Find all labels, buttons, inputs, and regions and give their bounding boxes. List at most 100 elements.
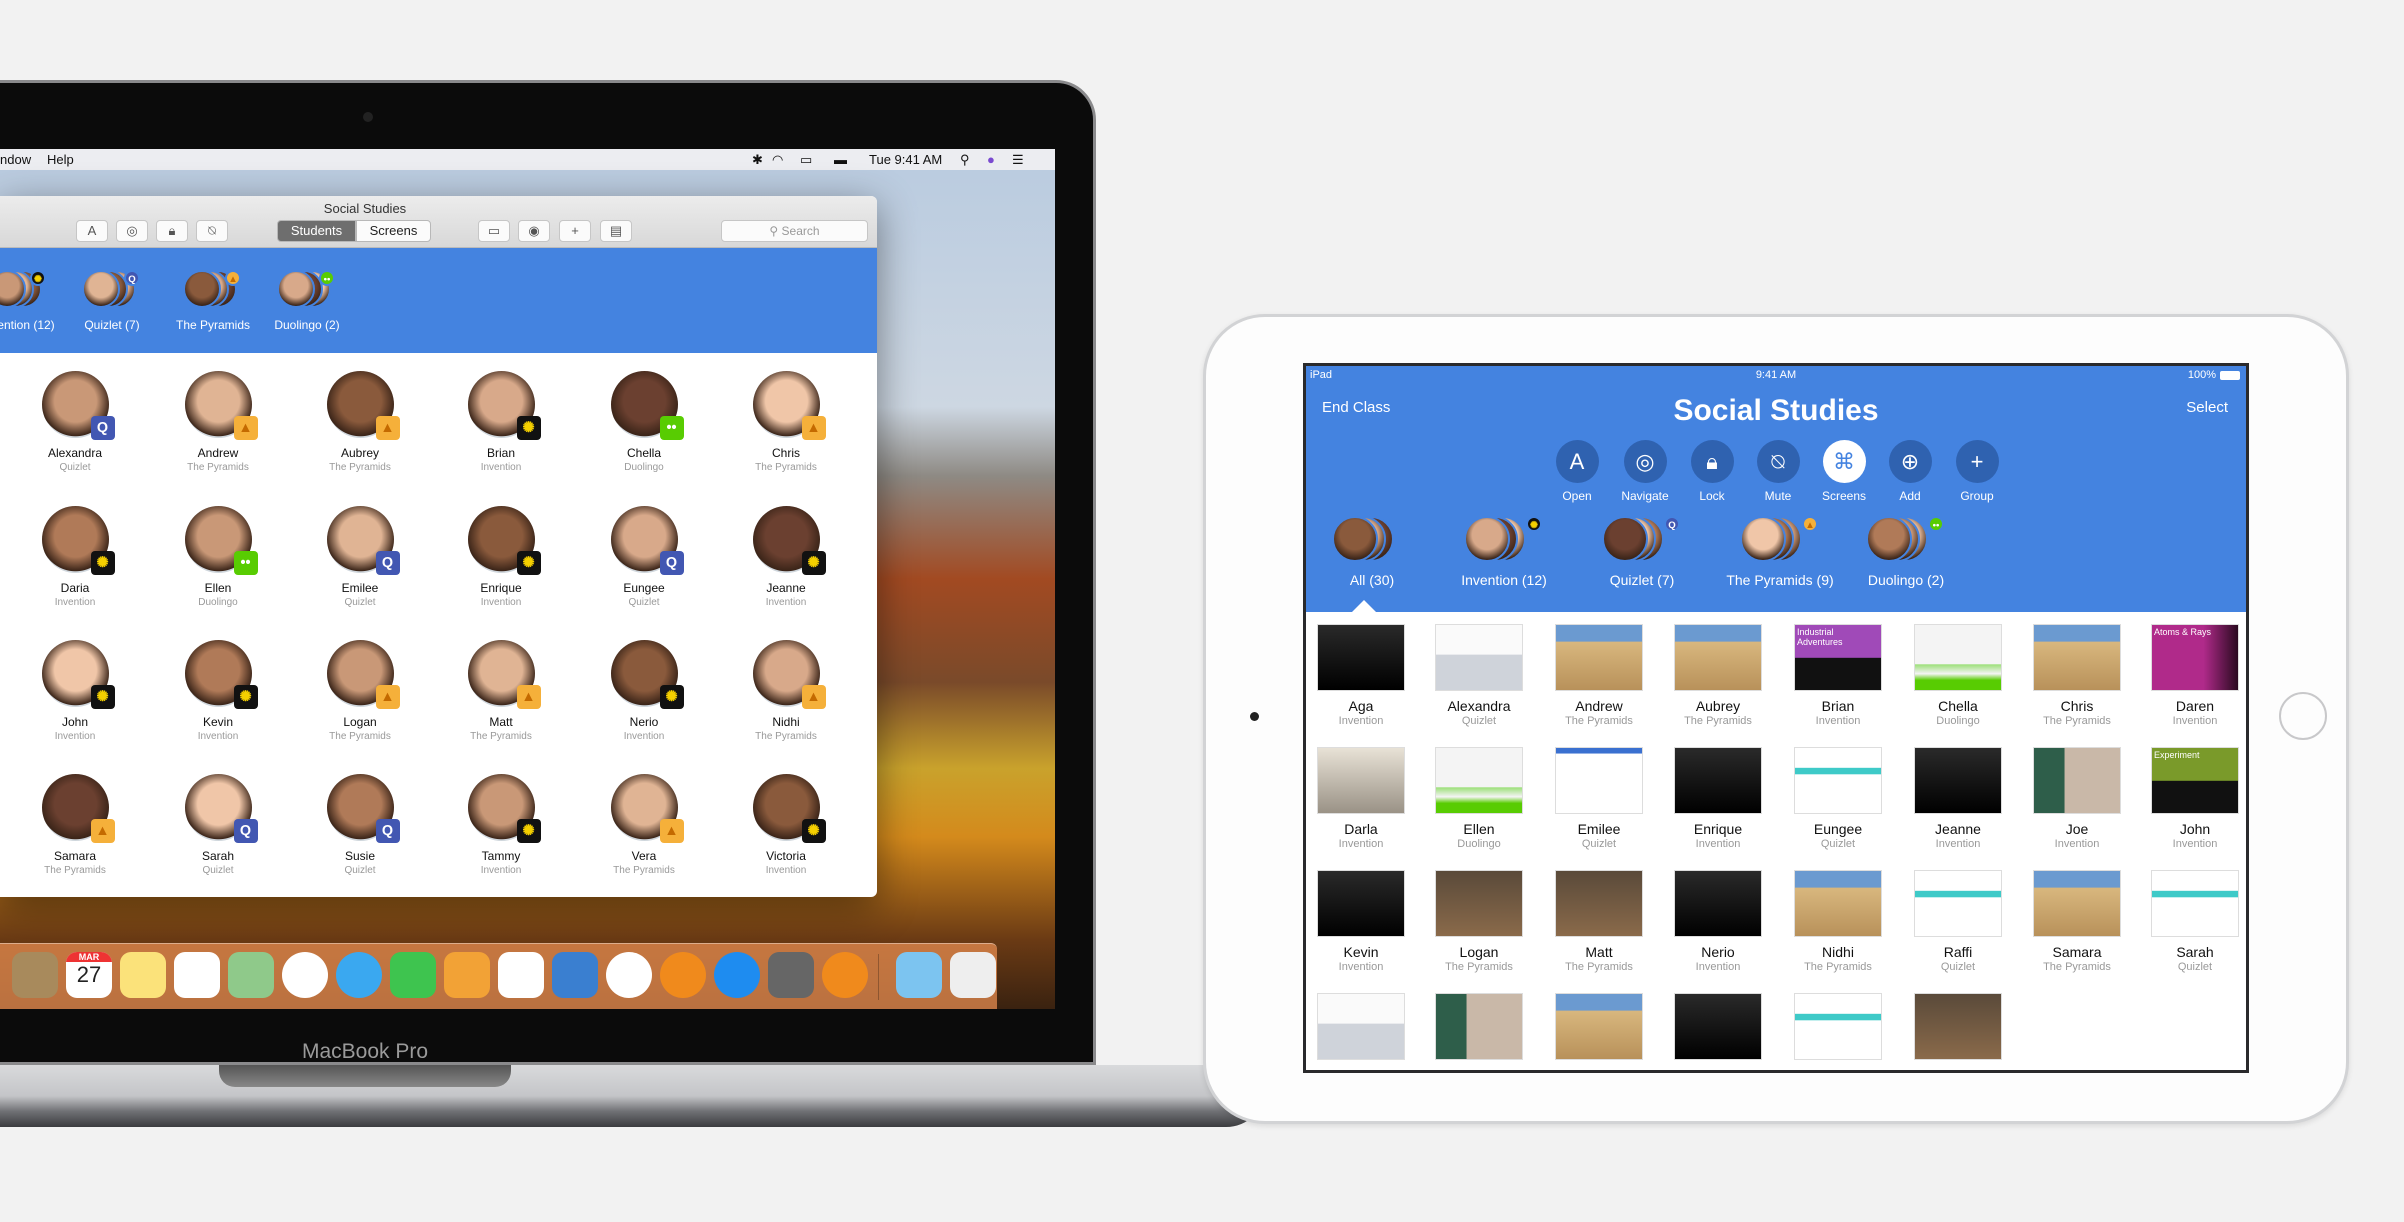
search-input[interactable]: ⚲ Search (721, 220, 868, 242)
screen-tile-logan[interactable]: Logan The Pyramids (1424, 870, 1534, 973)
screen-tile-andrew[interactable]: Andrew The Pyramids (1544, 624, 1654, 727)
student-andrew[interactable]: ▲ Andrew The Pyramids (158, 371, 278, 473)
wifi-icon[interactable]: ◠ (772, 152, 783, 168)
contacts-icon[interactable] (12, 952, 58, 998)
screen-tile-nidhi[interactable]: Nidhi The Pyramids (1783, 870, 1893, 973)
student-chris[interactable]: ▲ Chris The Pyramids (726, 371, 846, 473)
group-all[interactable]: All (30) (1307, 516, 1437, 588)
siri-icon[interactable]: ● (987, 152, 995, 167)
screen-tile-raffi[interactable]: Raffi Quizlet (1903, 870, 2013, 973)
screen-tile-nerio[interactable]: Nerio Invention (1663, 870, 1773, 973)
group-duolingo[interactable]: •• Duolingo (2) (1841, 516, 1971, 588)
action-mute[interactable]: ⍉ Mute (1746, 440, 1810, 503)
maps-icon[interactable] (228, 952, 274, 998)
screen-tile-matt[interactable]: Matt The Pyramids (1544, 870, 1654, 973)
screen-tile[interactable] (1306, 993, 1416, 1060)
action-group[interactable]: + Group (1945, 440, 2009, 503)
student-daria[interactable]: ✺ Daria Invention (15, 506, 135, 608)
action-screens[interactable]: ⌘ Screens (1812, 440, 1876, 503)
itunes-icon[interactable] (606, 952, 652, 998)
student-alexandra[interactable]: Q Alexandra Quizlet (15, 371, 135, 473)
mute-button[interactable]: ⍉ (196, 220, 228, 242)
screen-tile-chella[interactable]: Chella Duolingo (1903, 624, 2013, 727)
segment-screens[interactable]: Screens (356, 220, 431, 242)
student-nidhi[interactable]: ▲ Nidhi The Pyramids (726, 640, 846, 742)
student-nerio[interactable]: ✺ Nerio Invention (584, 640, 704, 742)
add-button[interactable]: + (559, 220, 591, 242)
screen-tile-jeanne[interactable]: Jeanne Invention (1903, 747, 2013, 850)
student-kevin[interactable]: ✺ Kevin Invention (158, 640, 278, 742)
student-jeanne[interactable]: ✺ Jeanne Invention (726, 506, 846, 608)
notes-icon[interactable] (120, 952, 166, 998)
student-aubrey[interactable]: ▲ Aubrey The Pyramids (300, 371, 420, 473)
battery-icon[interactable]: ▬ (834, 152, 847, 167)
menu-help[interactable]: Help (47, 152, 74, 167)
action-add[interactable]: ⊕ Add (1878, 440, 1942, 503)
screen-tile-emilee[interactable]: Emilee Quizlet (1544, 747, 1654, 850)
screen-tile-eungee[interactable]: Eungee Quizlet (1783, 747, 1893, 850)
system-preferences-icon[interactable] (768, 952, 814, 998)
open-app-button[interactable]: A (76, 220, 108, 242)
screen-tile-enrique[interactable]: Enrique Invention (1663, 747, 1773, 850)
add-student-button[interactable]: ◉ (518, 220, 550, 242)
select-button[interactable]: Select (2186, 399, 2228, 416)
spotlight-icon[interactable]: ⚲ (960, 152, 970, 168)
group-pyramids[interactable]: ▲ The Pyramids (9) (1715, 516, 1845, 588)
screen-tile[interactable] (1663, 993, 1773, 1060)
numbers-icon[interactable] (498, 952, 544, 998)
screen-tile-aga[interactable]: Aga Invention (1306, 624, 1416, 727)
group-invention[interactable]: ✺ Invention (12) (1439, 516, 1569, 588)
screen-tile-alexandra[interactable]: Alexandra Quizlet (1424, 624, 1534, 727)
student-sarah[interactable]: Q Sarah Quizlet (158, 774, 278, 876)
classroom-icon[interactable] (822, 952, 868, 998)
screen-tile-kevin[interactable]: Kevin Invention (1306, 870, 1416, 973)
action-open[interactable]: A Open (1545, 440, 1609, 503)
action-navigate[interactable]: ◎ Navigate (1613, 440, 1677, 503)
screen-tile-darla[interactable]: Darla Invention (1306, 747, 1416, 850)
student-logan[interactable]: ▲ Logan The Pyramids (300, 640, 420, 742)
student-ellen[interactable]: •• Ellen Duolingo (158, 506, 278, 608)
student-brian[interactable]: ✺ Brian Invention (441, 371, 561, 473)
group-duolingo[interactable]: •• Duolingo (2) (247, 270, 367, 332)
trash-icon[interactable] (950, 952, 996, 998)
student-susie[interactable]: Q Susie Quizlet (300, 774, 420, 876)
student-samara[interactable]: ▲ Samara The Pyramids (15, 774, 135, 876)
lock-button[interactable]: 🔒︎ (156, 220, 188, 242)
group-quizlet[interactable]: Q Quizlet (7) (1577, 516, 1707, 588)
student-john[interactable]: ✺ John Invention (15, 640, 135, 742)
student-eungee[interactable]: Q Eungee Quizlet (584, 506, 704, 608)
screen-tile[interactable] (1424, 993, 1534, 1060)
screen-tile[interactable] (1783, 993, 1893, 1060)
photos-icon[interactable] (282, 952, 328, 998)
student-emilee[interactable]: Q Emilee Quizlet (300, 506, 420, 608)
screen-button[interactable]: ▤ (600, 220, 632, 242)
ibooks-icon[interactable] (660, 952, 706, 998)
screen-tile-ellen[interactable]: Ellen Duolingo (1424, 747, 1534, 850)
student-matt[interactable]: ▲ Matt The Pyramids (441, 640, 561, 742)
screen-tile-brian[interactable]: Industrial Adventures Brian Invention (1783, 624, 1893, 727)
screen-tile-chris[interactable]: Chris The Pyramids (2022, 624, 2132, 727)
screen-tile[interactable] (1903, 993, 2013, 1060)
screen-tile[interactable] (1544, 993, 1654, 1060)
facetime-icon[interactable] (390, 952, 436, 998)
pages-icon[interactable] (444, 952, 490, 998)
reminders-icon[interactable] (174, 952, 220, 998)
screen-tile-john[interactable]: Experiment John Invention (2140, 747, 2246, 850)
keynote-icon[interactable] (552, 952, 598, 998)
menu-window[interactable]: ndow (0, 152, 31, 167)
airplay-icon[interactable]: ▭ (800, 152, 812, 168)
screen-tile-joe[interactable]: Joe Invention (2022, 747, 2132, 850)
calendar-icon[interactable]: MAR 27 (66, 952, 112, 998)
screen-tile-sarah[interactable]: Sarah Quizlet (2140, 870, 2246, 973)
downloads-folder-icon[interactable] (896, 952, 942, 998)
action-lock[interactable]: 🔒︎ Lock (1680, 440, 1744, 503)
student-victoria[interactable]: ✺ Victoria Invention (726, 774, 846, 876)
bluetooth-icon[interactable]: ✱ (752, 152, 763, 168)
student-tammy[interactable]: ✺ Tammy Invention (441, 774, 561, 876)
clock[interactable]: Tue 9:41 AM (869, 152, 942, 167)
segment-students[interactable]: Students (277, 220, 356, 242)
navigate-button[interactable]: ◎ (116, 220, 148, 242)
student-enrique[interactable]: ✺ Enrique Invention (441, 506, 561, 608)
student-chella[interactable]: •• Chella Duolingo (584, 371, 704, 473)
screen-tile-aubrey[interactable]: Aubrey The Pyramids (1663, 624, 1773, 727)
